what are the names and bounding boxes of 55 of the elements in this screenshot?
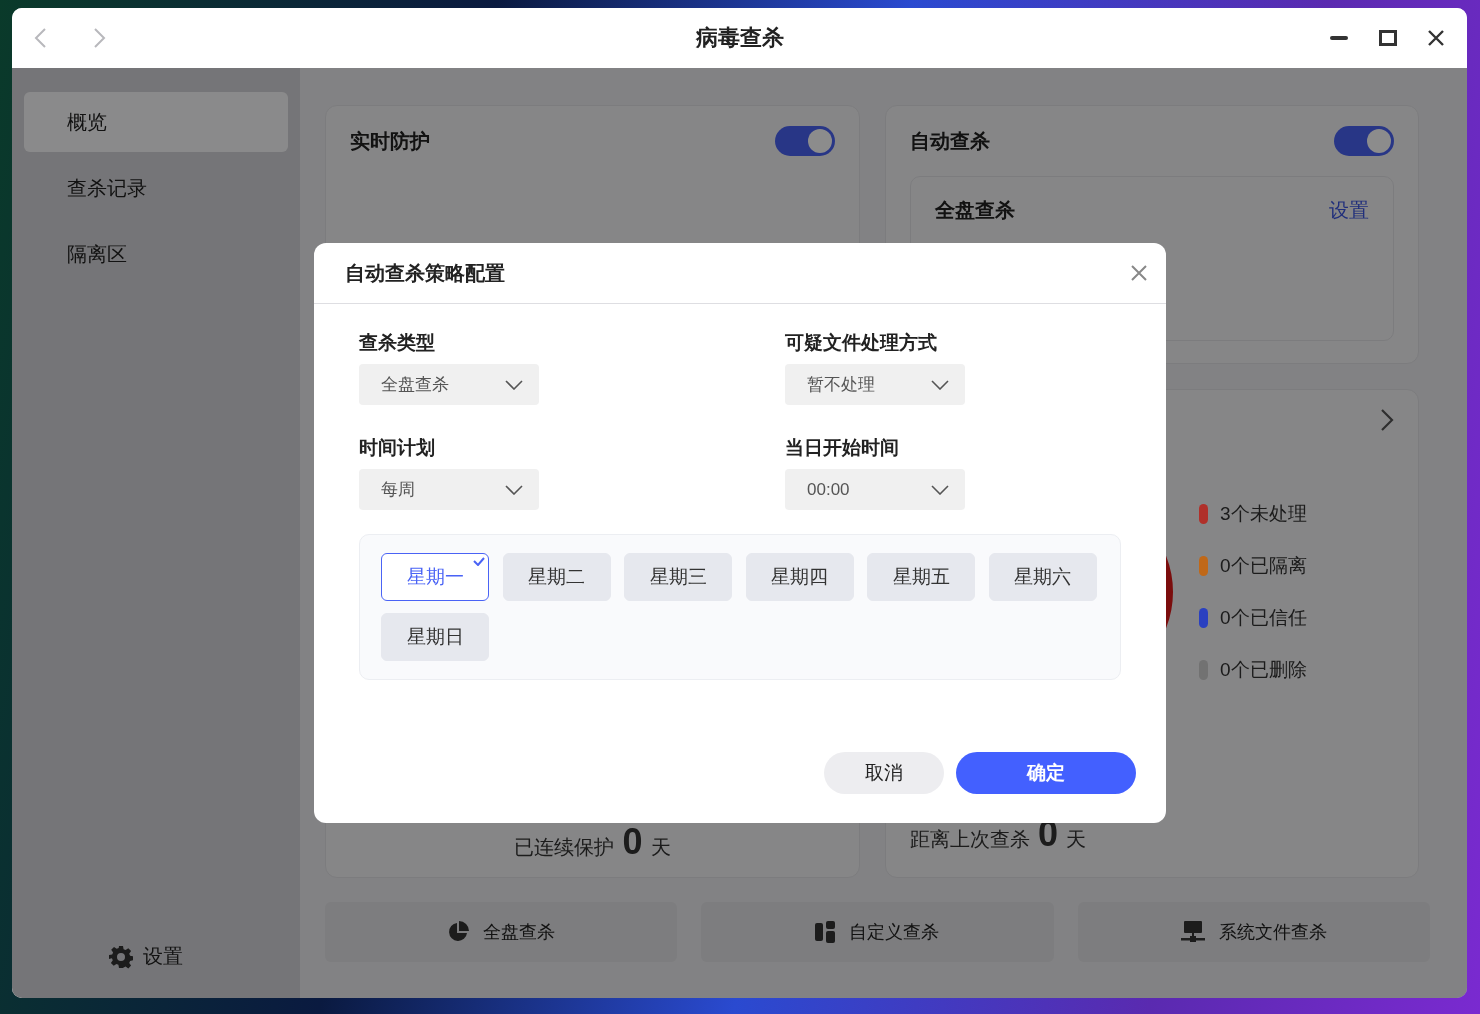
settings-link[interactable]: 设置 — [12, 943, 288, 970]
last-scan-label: 距离上次查杀 — [910, 827, 1030, 852]
dialog-title: 自动查杀策略配置 — [345, 260, 505, 286]
chevron-down-icon — [505, 484, 523, 495]
card-title: 实时防护 — [350, 128, 430, 154]
protection-label: 已连续保护 — [514, 835, 615, 860]
window-title: 病毒查杀 — [695, 25, 784, 50]
pie-chart-icon — [447, 921, 470, 943]
legend-label: 0个已信任 — [1220, 606, 1307, 630]
confirm-button[interactable]: 确定 — [956, 752, 1136, 794]
checkmark-icon — [473, 557, 485, 566]
toggle-switch[interactable] — [775, 126, 835, 156]
forward-icon[interactable] — [92, 27, 106, 49]
weekday-toggle[interactable]: 星期二 — [502, 553, 611, 601]
legend-label: 3个未处理 — [1220, 502, 1307, 526]
chevron-right-icon[interactable] — [1380, 408, 1394, 432]
dropdown[interactable]: 每周 — [359, 469, 539, 510]
field-label: 当日开始时间 — [785, 436, 900, 460]
plan-title: 全盘查杀 — [935, 198, 1015, 223]
field-label: 时间计划 — [359, 436, 436, 460]
legend-label: 0个已隔离 — [1220, 554, 1307, 578]
sidebar-item[interactable]: 隔离区 — [24, 224, 288, 284]
weekday-toggle[interactable]: 星期三 — [624, 553, 732, 601]
settings-icon — [109, 944, 133, 969]
network-computer-icon — [1180, 921, 1205, 943]
close-icon[interactable] — [1427, 29, 1445, 47]
dropdown[interactable]: 00:00 — [785, 469, 965, 510]
maximize-icon[interactable] — [1379, 30, 1397, 46]
weekday-toggle[interactable]: 星期四 — [745, 553, 854, 601]
weekday-toggle[interactable]: 星期一 — [381, 553, 489, 601]
cancel-button[interactable]: 取消 — [824, 752, 944, 794]
weekday-toggle[interactable]: 星期日 — [381, 613, 489, 661]
sidebar-item[interactable]: 查杀记录 — [24, 158, 288, 218]
blocks-icon — [815, 921, 836, 943]
card-title: 自动查杀 — [910, 128, 990, 154]
dropdown[interactable]: 全盘查杀 — [359, 364, 539, 405]
weekday-toggle[interactable]: 星期六 — [988, 553, 1097, 601]
dropdown[interactable]: 暂不处理 — [785, 364, 965, 405]
scan-button[interactable]: 系统文件查杀 — [1077, 902, 1430, 962]
scan-button[interactable]: 全盘查杀 — [325, 902, 678, 962]
sidebar-item[interactable]: 概览 — [24, 92, 288, 152]
protection-days: 0 — [622, 821, 643, 863]
chevron-down-icon — [505, 379, 523, 390]
field-label: 可疑文件处理方式 — [785, 331, 938, 355]
field-label: 查杀类型 — [359, 331, 436, 355]
chevron-down-icon — [931, 484, 949, 495]
toggle-switch[interactable] — [1334, 126, 1394, 156]
legend-label: 0个已删除 — [1220, 658, 1307, 682]
minimize-icon[interactable] — [1329, 35, 1349, 41]
back-icon[interactable] — [34, 27, 48, 49]
days-unit: 天 — [650, 835, 671, 860]
scan-button[interactable]: 自定义查杀 — [701, 902, 1054, 962]
weekday-toggle[interactable]: 星期五 — [867, 553, 975, 601]
chevron-down-icon — [931, 379, 949, 390]
days-unit: 天 — [1066, 827, 1087, 852]
